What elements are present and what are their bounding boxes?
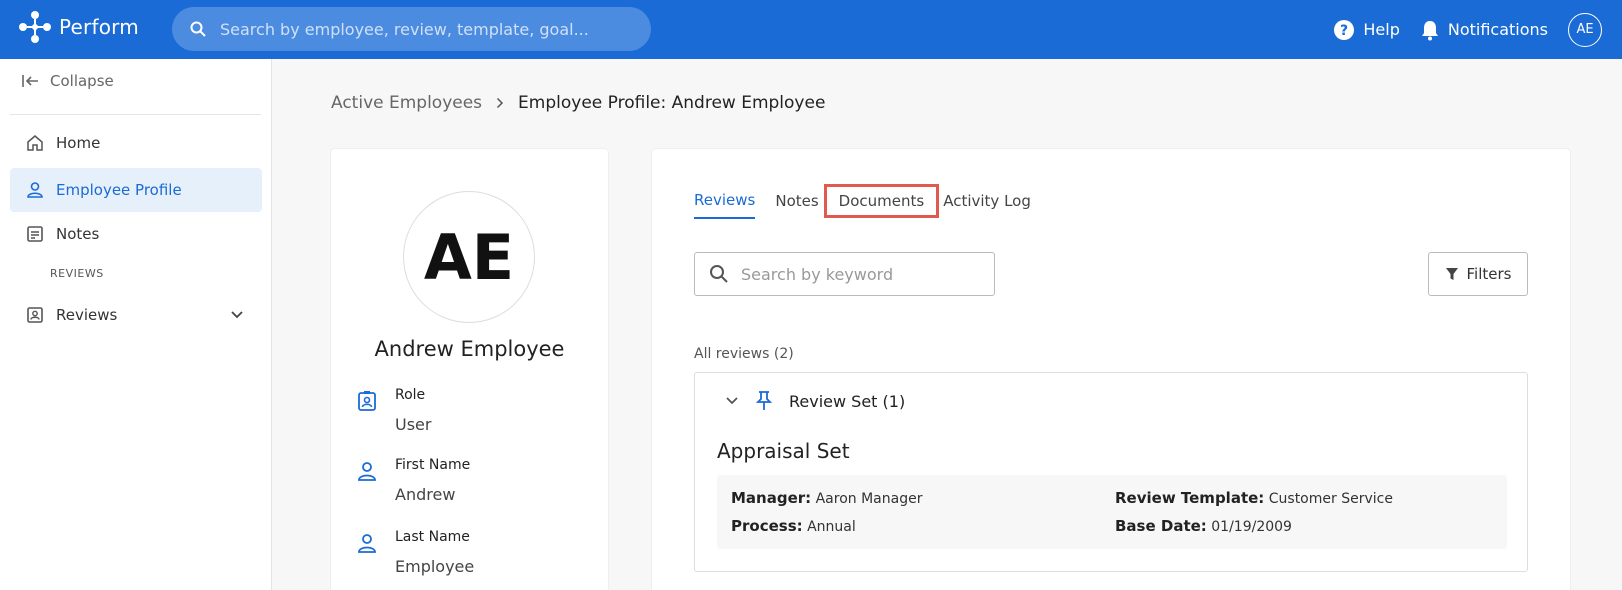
sidebar-item-label: Reviews — [56, 306, 118, 324]
tab-notes[interactable]: Notes — [775, 192, 818, 218]
process-value: Annual — [807, 519, 856, 535]
pin-icon — [755, 391, 773, 410]
collapse-label: Collapse — [50, 72, 114, 90]
search-icon — [188, 19, 208, 39]
reviews-panel: Reviews Notes Documents Activity Log Fil… — [652, 149, 1570, 590]
chevron-down-icon[interactable] — [230, 310, 244, 320]
section-header-reviews: REVIEWS — [50, 267, 104, 280]
tab-activity-log[interactable]: Activity Log — [943, 192, 1031, 218]
sidebar-item-label: Employee Profile — [56, 181, 182, 199]
template-value: Customer Service — [1268, 491, 1393, 507]
process-label: Process: — [731, 517, 803, 535]
breadcrumb-current: Employee Profile: Andrew Employee — [518, 93, 826, 113]
appraisal-title: Appraisal Set — [717, 439, 850, 463]
filter-icon — [1445, 268, 1458, 280]
base-date-label: Base Date: — [1115, 517, 1207, 535]
process-info: Process: Annual — [731, 517, 856, 535]
base-date-info: Base Date: 01/19/2009 — [1115, 517, 1292, 535]
keyword-search[interactable] — [694, 252, 995, 296]
person-icon — [358, 462, 376, 481]
help-icon: ? — [1334, 19, 1355, 40]
review-set-label: Review Set (1) — [789, 391, 906, 411]
field-label: Last Name — [395, 529, 470, 545]
all-reviews-count: All reviews (2) — [694, 346, 794, 362]
manager-value: Aaron Manager — [815, 491, 923, 507]
filters-button[interactable]: Filters — [1428, 252, 1528, 296]
field-last-name: Last Name Employee — [355, 529, 474, 576]
sidebar-item-label: Home — [56, 134, 101, 152]
sidebar-item-employee-profile[interactable]: Employee Profile — [10, 168, 262, 212]
logo-icon — [19, 11, 51, 43]
keyword-search-input[interactable] — [741, 264, 981, 284]
review-set-card: Review Set (1) Appraisal Set Manager: Aa… — [694, 372, 1528, 572]
review-meta: Manager: Aaron Manager Process: Annual R… — [717, 475, 1507, 549]
profile-card: AE Andrew Employee Role User First Name … — [331, 149, 608, 590]
app-name: Perform — [59, 15, 139, 39]
base-date-value: 01/19/2009 — [1211, 519, 1292, 535]
home-icon — [27, 135, 43, 151]
collapse-arrow-icon — [22, 75, 38, 87]
template-label: Review Template: — [1115, 489, 1265, 507]
svg-text:?: ? — [1340, 23, 1348, 39]
sidebar-item-notes[interactable]: Notes — [10, 212, 262, 256]
field-label: First Name — [395, 457, 471, 473]
user-avatar[interactable]: AE — [1568, 12, 1602, 47]
global-search-input[interactable] — [220, 19, 640, 39]
review-set-header[interactable]: Review Set (1) — [725, 391, 905, 411]
help-label: Help — [1363, 20, 1400, 39]
sidebar-divider — [10, 114, 261, 115]
notes-icon — [27, 226, 43, 242]
person-icon — [358, 534, 376, 553]
profile-name: Andrew Employee — [374, 337, 565, 361]
tab-bar: Reviews Notes Documents Activity Log — [694, 184, 1031, 219]
sidebar: Collapse Home Employee Profile Notes REV… — [0, 59, 272, 590]
sidebar-item-home[interactable]: Home — [10, 121, 262, 165]
app-logo[interactable]: Perform — [17, 9, 139, 45]
profile-avatar: AE — [403, 191, 535, 323]
notifications-button[interactable]: Notifications — [1420, 19, 1548, 41]
field-first-name: First Name Andrew — [355, 457, 470, 504]
breadcrumb-active-employees[interactable]: Active Employees — [331, 93, 482, 113]
bell-icon — [1421, 20, 1438, 40]
filters-label: Filters — [1466, 265, 1512, 283]
breadcrumb: Active Employees Employee Profile: Andre… — [331, 93, 825, 113]
chevron-down-icon[interactable] — [725, 396, 739, 406]
template-info: Review Template: Customer Service — [1115, 489, 1393, 507]
tab-reviews[interactable]: Reviews — [694, 191, 756, 219]
top-bar: Perform ? Help Notifications AE — [0, 0, 1622, 59]
clipboard-person-icon — [27, 307, 43, 323]
help-button[interactable]: ? Help — [1333, 19, 1400, 41]
field-value: User — [395, 415, 432, 434]
collapse-button[interactable]: Collapse — [22, 72, 114, 90]
notifications-label: Notifications — [1447, 20, 1548, 39]
chevron-right-icon — [497, 97, 504, 109]
global-search[interactable] — [172, 7, 651, 51]
field-value: Andrew — [395, 485, 456, 504]
field-label: Role — [395, 387, 426, 403]
sidebar-item-label: Notes — [56, 225, 100, 243]
field-role: Role User — [355, 387, 431, 434]
badge-icon — [358, 391, 376, 411]
search-icon — [710, 265, 728, 283]
manager-label: Manager: — [731, 489, 812, 507]
person-icon — [27, 182, 43, 198]
manager-info: Manager: Aaron Manager — [731, 489, 922, 507]
tab-documents[interactable]: Documents — [823, 184, 940, 218]
sidebar-item-reviews[interactable]: Reviews — [10, 293, 262, 337]
field-value: Employee — [395, 557, 475, 576]
